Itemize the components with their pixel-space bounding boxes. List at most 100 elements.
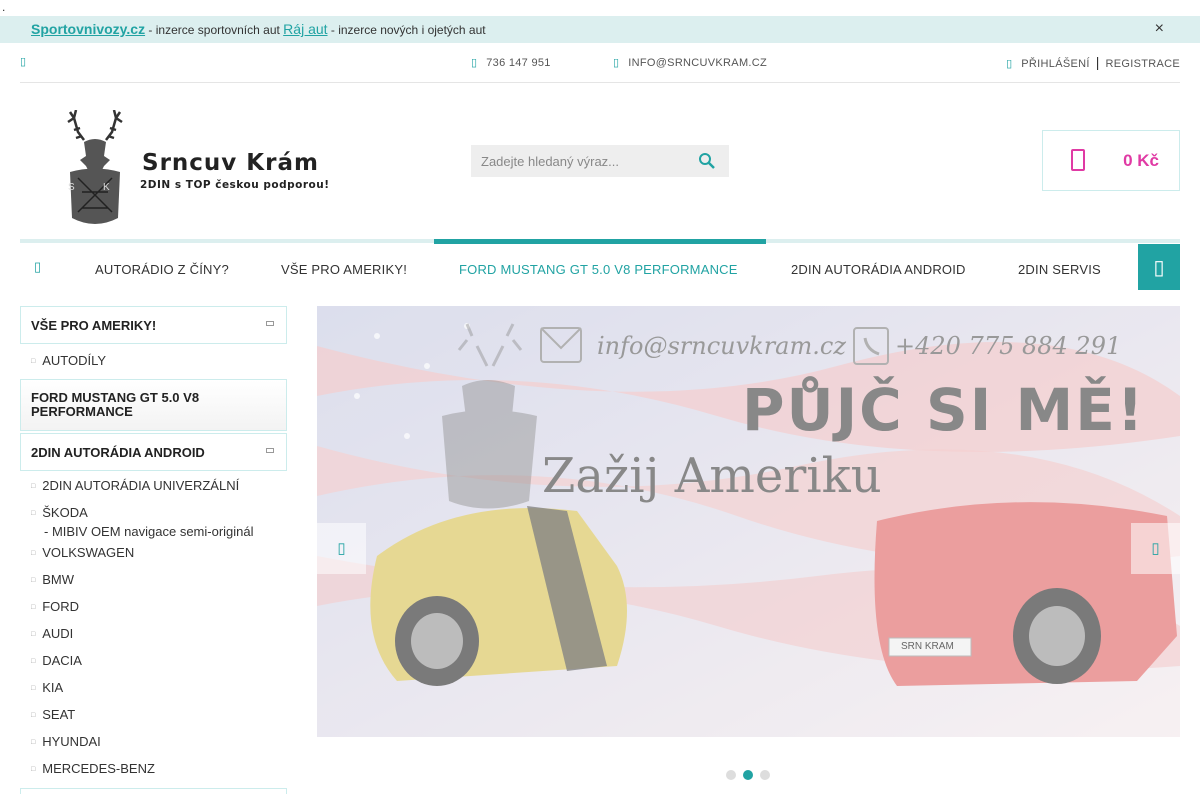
menu-icon[interactable]: ▯ [20,55,26,68]
subcategory-seat[interactable]: □ SEAT [20,702,287,729]
promo-bar: Sportovnivozy.cz - inzerce sportovních a… [0,16,1200,43]
subcategory-bmw[interactable]: □ BMW [20,567,287,594]
account-separator: | [1095,54,1100,70]
subcategory-label: 2DIN AUTORÁDIA UNIVERZÁLNÍ [42,478,240,493]
category-label: FORD MUSTANG GT 5.0 V8 PERFORMANCE [31,390,200,419]
collapse-icon[interactable] [266,448,274,453]
collapse-icon[interactable] [266,321,274,326]
chevron-left-icon: ▯ [337,540,346,557]
banner-artwork [317,306,1180,737]
header-topline: ▯ ▯ 736 147 951 ▯ INFO@SRNCUVKRAM.CZ ▯ P… [20,43,1180,83]
logo-monogram-k: K [103,182,110,193]
nav-active-indicator [434,239,766,244]
bullet-icon: □ [31,766,36,773]
carousel-dot-3[interactable] [760,770,770,780]
search-box [471,145,729,177]
banner-email: info@srncuvkram.cz [597,332,846,360]
home-icon[interactable]: ▯ [34,259,41,275]
subcategory-autodily[interactable]: □ AUTODÍLY [20,344,287,379]
stray-dot: . [2,0,6,14]
promo-desc-1: - inzerce sportovních aut [145,23,284,37]
more-icon: ▯ [1153,257,1165,279]
logo-name: Srncuv Krám [142,150,319,176]
subcategory-ford[interactable]: □ FORD [20,594,287,621]
promo-text: Sportovnivozy.cz - inzerce sportovních a… [31,21,486,37]
subcategory-skoda-mibiv[interactable]: - MIBIV OEM navigace semi-originál [20,518,287,540]
bullet-icon: □ [31,604,36,611]
phone-icon: ▯ [471,57,478,69]
subcategory-label: AUTODÍLY [42,353,107,368]
subcategory-skoda[interactable]: □ ŠKODA [20,498,287,520]
user-icon: ▯ [1006,58,1013,70]
next-category-edge [20,788,287,794]
subcategory-dacia[interactable]: □ DACIA [20,648,287,675]
bullet-icon: □ [31,577,36,584]
banner-plate: SRN KRAM [901,641,954,652]
bullet-icon: □ [31,712,36,719]
email-address: INFO@SRNCUVKRAM.CZ [628,57,768,69]
bullet-icon: □ [31,510,36,517]
main-nav: ▯ AUTORÁDIO Z ČÍNY? VŠE PRO AMERIKY! FOR… [20,239,1180,290]
subcategory-label: DACIA [42,653,82,668]
nav-more-button[interactable]: ▯ [1138,244,1180,290]
site-logo[interactable]: Srncuv Krám 2DIN s TOP českou podporou! … [60,110,380,230]
subcategory-note: - MIBIV OEM navigace semi-originál [44,524,254,539]
nav-item-2din-servis[interactable]: 2DIN SERVIS [1018,262,1101,277]
bullet-icon: □ [31,739,36,746]
subcategory-mercedes[interactable]: □ MERCEDES-BENZ [20,756,287,783]
carousel-prev-button[interactable]: ▯ [317,523,366,574]
register-link[interactable]: REGISTRACE [1105,58,1180,70]
nav-item-ford-mustang[interactable]: FORD MUSTANG GT 5.0 V8 PERFORMANCE [459,262,738,277]
carousel-dot-1[interactable] [726,770,736,780]
nav-item-autoradio-z-ciny[interactable]: AUTORÁDIO Z ČÍNY? [95,262,229,277]
subcategory-audi[interactable]: □ AUDI [20,621,287,648]
subcategory-hyundai[interactable]: □ HYUNDAI [20,729,287,756]
deer-logo-icon [67,110,123,224]
carousel-next-button[interactable]: ▯ [1131,523,1180,574]
subcategory-label: SEAT [42,707,76,722]
phone-contact[interactable]: ▯ 736 147 951 [471,56,551,69]
search-input[interactable] [471,145,681,177]
category-vse-pro-ameriky[interactable]: VŠE PRO AMERIKY! [20,306,287,344]
nav-item-vse-pro-ameriky[interactable]: VŠE PRO AMERIKY! [281,262,407,277]
subcategory-label: HYUNDAI [42,734,101,749]
logo-monogram-s: S [68,182,75,193]
banner-headline: PŮJČ SI MĚ! [742,376,1146,444]
cart-button[interactable]: 0 Kč [1042,130,1180,191]
mail-icon: ▯ [613,57,620,69]
nav-item-2din-android[interactable]: 2DIN AUTORÁDIA ANDROID [791,262,966,277]
bullet-icon: □ [31,631,36,638]
bullet-icon: □ [31,658,36,665]
carousel-dot-2[interactable] [743,770,753,780]
subcategory-label: MERCEDES-BENZ [42,761,155,776]
phone-number: 736 147 951 [486,57,551,69]
category-sidebar: VŠE PRO AMERIKY! □ AUTODÍLY FORD MUSTANG … [20,306,287,794]
subcategory-label: FORD [42,599,80,614]
subcategory-label: AUDI [42,626,74,641]
promo-desc-2: - inzerce nových i ojetých aut [327,23,486,37]
close-icon[interactable]: × [1155,20,1164,38]
category-2din-android[interactable]: 2DIN AUTORÁDIA ANDROID [20,433,287,471]
category-ford-mustang[interactable]: FORD MUSTANG GT 5.0 V8 PERFORMANCE [20,379,287,431]
promo-link-rajaut[interactable]: Ráj aut [283,21,327,37]
bullet-icon: □ [31,685,36,692]
subcategory-volkswagen[interactable]: □ VOLKSWAGEN [20,540,287,567]
logo-tagline: 2DIN s TOP českou podporou! [140,179,330,191]
cart-total: 0 Kč [1123,151,1159,170]
subcategory-kia[interactable]: □ KIA [20,675,287,702]
bullet-icon: □ [31,483,36,490]
bullet-icon: □ [31,550,36,557]
chevron-right-icon: ▯ [1151,540,1160,557]
category-label: 2DIN AUTORÁDIA ANDROID [31,445,205,460]
hero-carousel-slide[interactable]: info@srncuvkram.cz +420 775 884 291 PŮJČ… [317,306,1180,737]
category-label: VŠE PRO AMERIKY! [31,318,157,333]
banner-phone: +420 775 884 291 [895,332,1122,360]
promo-link-sportovnivozy[interactable]: Sportovnivozy.cz [31,21,145,37]
login-link[interactable]: PŘIHLÁŠENÍ [1021,58,1089,70]
bullet-icon: □ [31,358,36,365]
subcategory-univerzalni[interactable]: □ 2DIN AUTORÁDIA UNIVERZÁLNÍ [20,471,287,498]
search-icon[interactable] [697,151,717,171]
subcategory-label: VOLKSWAGEN [42,545,135,560]
email-contact[interactable]: ▯ INFO@SRNCUVKRAM.CZ [613,56,767,69]
subcategory-label: BMW [42,572,75,587]
